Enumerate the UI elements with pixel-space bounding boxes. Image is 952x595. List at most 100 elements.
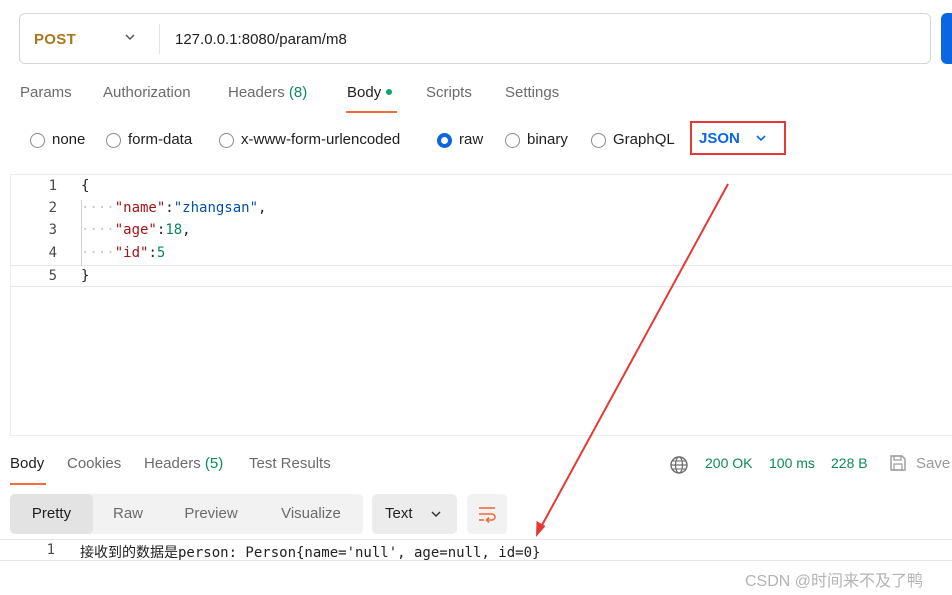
brace: { bbox=[81, 178, 90, 194]
tab-label: Body bbox=[10, 455, 45, 472]
code-text: ····"name":"zhangsan", bbox=[81, 200, 266, 216]
code-text: ····"id":5 bbox=[81, 245, 165, 261]
code-line: 3 ····"age":18, bbox=[11, 220, 952, 242]
code-text: { bbox=[81, 178, 89, 194]
tab-label: Settings bbox=[505, 84, 560, 101]
active-tab-underline bbox=[346, 111, 397, 113]
code-line-current: 5 } bbox=[11, 265, 952, 287]
line-number: 2 bbox=[48, 200, 57, 216]
json-key: "age" bbox=[114, 222, 157, 238]
radio-circle[interactable] bbox=[219, 133, 234, 148]
wrap-lines-icon bbox=[479, 507, 496, 523]
code-line: 1 { bbox=[11, 176, 952, 198]
tab-label: Authorization bbox=[103, 84, 191, 101]
tab-body[interactable]: Body bbox=[347, 84, 393, 101]
chevron-down-icon[interactable] bbox=[123, 30, 137, 44]
json-number-value: 5 bbox=[156, 245, 166, 261]
watermark: CSDN @时间来不及了鸭 bbox=[745, 573, 924, 590]
method-select[interactable]: POST bbox=[34, 31, 76, 48]
radio-label: form-data bbox=[128, 131, 193, 148]
indent-marker: ···· bbox=[81, 200, 115, 216]
view-raw-button[interactable]: Raw bbox=[93, 494, 163, 534]
code-text: } bbox=[81, 268, 89, 284]
json-number-value: 18 bbox=[165, 222, 183, 238]
response-tab-headers[interactable]: Headers (5) bbox=[144, 455, 223, 472]
response-body-line: 1 接收到的数据是person: Person{name='null', age… bbox=[0, 539, 952, 561]
indent-marker: ···· bbox=[81, 222, 115, 238]
tab-scripts[interactable]: Scripts bbox=[426, 84, 472, 101]
response-size[interactable]: 228 B bbox=[831, 455, 868, 471]
radio-label: none bbox=[52, 131, 86, 148]
line-number: 1 bbox=[48, 178, 57, 194]
tab-label: Body bbox=[347, 84, 382, 101]
json-string-value: "zhangsan" bbox=[173, 200, 259, 216]
modified-dot bbox=[386, 89, 393, 95]
radio-circle-checked[interactable] bbox=[437, 133, 452, 148]
line-number: 3 bbox=[48, 222, 57, 238]
tab-label: Headers bbox=[144, 455, 201, 472]
radio-circle[interactable] bbox=[591, 133, 606, 148]
response-time[interactable]: 100 ms bbox=[769, 455, 815, 471]
comma: , bbox=[258, 200, 267, 216]
json-key: "id" bbox=[114, 245, 149, 261]
active-tab-underline bbox=[10, 483, 46, 485]
radio-label: raw bbox=[459, 131, 484, 148]
json-key: "name" bbox=[114, 200, 166, 216]
view-visualize-button[interactable]: Visualize bbox=[259, 494, 363, 534]
code-line: 2 ····"name":"zhangsan", bbox=[11, 198, 952, 220]
tab-count: (5) bbox=[204, 455, 224, 472]
body-type-selector: none form-data x-www-form-urlencoded raw… bbox=[0, 126, 952, 156]
tab-label: Test Results bbox=[249, 455, 331, 472]
radio-circle[interactable] bbox=[30, 133, 45, 148]
brace: } bbox=[81, 268, 90, 284]
indent-marker: ···· bbox=[81, 245, 115, 261]
radio-label: binary bbox=[527, 131, 568, 148]
tab-label: Headers bbox=[228, 84, 285, 101]
save-response-button[interactable]: Save bbox=[916, 455, 950, 472]
tab-label: Cookies bbox=[67, 455, 122, 472]
radio-circle[interactable] bbox=[106, 133, 121, 148]
tab-params[interactable]: Params bbox=[20, 84, 72, 101]
tab-authorization[interactable]: Authorization bbox=[103, 84, 191, 101]
radio-label: GraphQL bbox=[613, 131, 675, 148]
comma: , bbox=[182, 222, 191, 238]
colon: : bbox=[148, 245, 157, 261]
radio-label: x-www-form-urlencoded bbox=[241, 131, 401, 148]
tab-settings[interactable]: Settings bbox=[505, 84, 559, 101]
wrap-lines-button[interactable] bbox=[467, 494, 507, 534]
chevron-down-icon bbox=[756, 135, 766, 142]
response-format-label: Text bbox=[385, 505, 413, 522]
url-input[interactable]: 127.0.0.1:8080/param/m8 bbox=[175, 31, 347, 48]
response-tab-test-results[interactable]: Test Results bbox=[249, 455, 331, 472]
response-view-modes: Pretty Raw Preview Visualize bbox=[10, 494, 363, 534]
line-number: 5 bbox=[48, 268, 57, 284]
response-tab-cookies[interactable]: Cookies bbox=[67, 455, 121, 472]
request-body-editor[interactable]: 1 { 2 ····"name":"zhangsan", 3 ····"age"… bbox=[10, 174, 952, 436]
view-pretty-button[interactable]: Pretty bbox=[10, 494, 93, 534]
response-tab-body[interactable]: Body bbox=[10, 455, 44, 472]
raw-format-select[interactable]: JSON bbox=[690, 121, 786, 155]
send-button[interactable] bbox=[941, 13, 952, 64]
tab-headers[interactable]: Headers (8) bbox=[228, 84, 307, 101]
radio-circle[interactable] bbox=[505, 133, 520, 148]
status-code[interactable]: 200 OK bbox=[705, 455, 752, 471]
request-url-bar: POST 127.0.0.1:8080/param/m8 bbox=[19, 13, 931, 64]
colon: : bbox=[165, 200, 174, 216]
code-line: 4 ····"id":5 bbox=[11, 243, 952, 265]
line-number: 1 bbox=[46, 542, 55, 558]
response-format-select[interactable]: Text bbox=[372, 494, 457, 534]
request-tabs: Params Authorization Headers (8) Body Sc… bbox=[0, 84, 952, 114]
indent-guide bbox=[81, 200, 82, 266]
code-text: ····"age":18, bbox=[81, 222, 191, 238]
globe-icon[interactable] bbox=[669, 455, 689, 475]
tab-label: Params bbox=[20, 84, 72, 101]
response-body-text: 接收到的数据是person: Person{name='null', age=n… bbox=[80, 545, 541, 561]
divider bbox=[159, 24, 160, 54]
view-preview-button[interactable]: Preview bbox=[163, 494, 259, 534]
raw-format-label: JSON bbox=[699, 130, 740, 147]
response-tabs: Body Cookies Headers (5) Test Results 20… bbox=[0, 452, 952, 486]
tab-count: (8) bbox=[288, 84, 308, 101]
chevron-down-icon bbox=[431, 511, 441, 518]
line-number: 4 bbox=[48, 245, 57, 261]
save-icon[interactable] bbox=[889, 454, 907, 472]
